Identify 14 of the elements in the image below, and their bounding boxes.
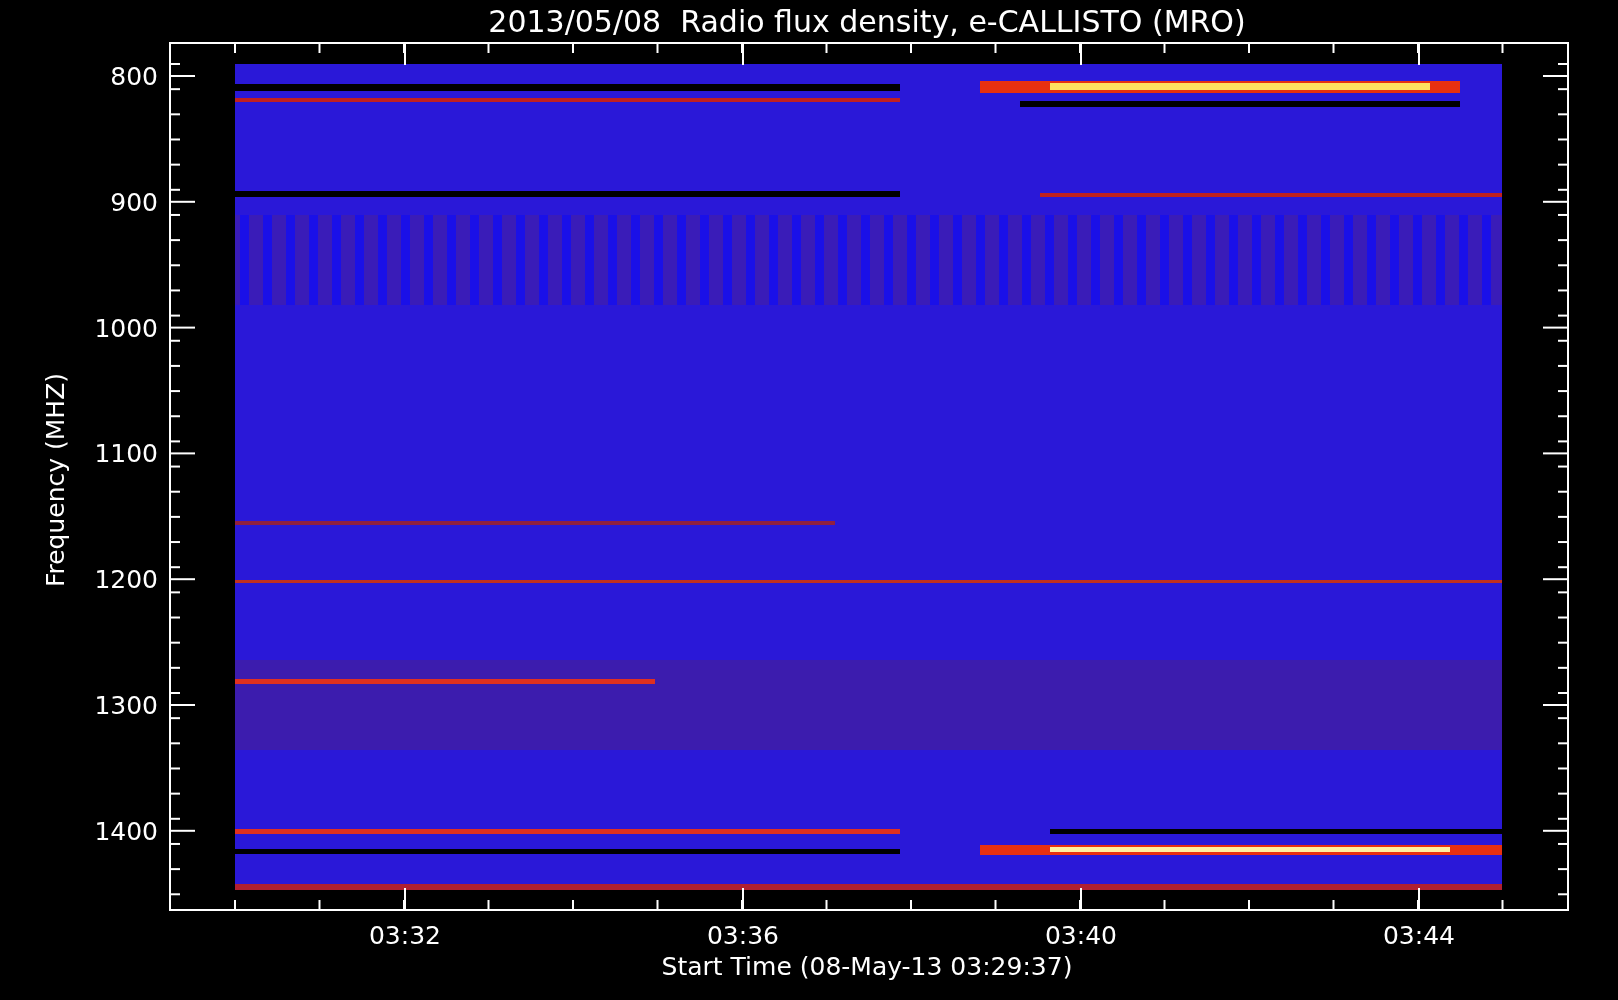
tick-label: 03:44 xyxy=(1383,921,1455,950)
tick-label: 1300 xyxy=(94,691,158,720)
axis-title: Start Time (08-May-13 03:29:37) xyxy=(661,952,1073,981)
tick-label: 1400 xyxy=(94,816,158,846)
tick-label: 03:32 xyxy=(369,921,441,950)
tick-label: 03:36 xyxy=(707,921,779,950)
tick-label: 03:40 xyxy=(1045,921,1117,950)
axis-title: Frequency (MHZ) xyxy=(41,372,70,588)
chart-title: 2013/05/08 Radio flux density, e-CALLISTO (MRO) xyxy=(488,4,1246,39)
tick-label: 1200 xyxy=(94,565,158,595)
tick-label: 1100 xyxy=(94,439,158,469)
tick-label: 1000 xyxy=(94,313,158,343)
tick-label: 800 xyxy=(110,62,158,91)
tick-label: 900 xyxy=(110,187,158,217)
